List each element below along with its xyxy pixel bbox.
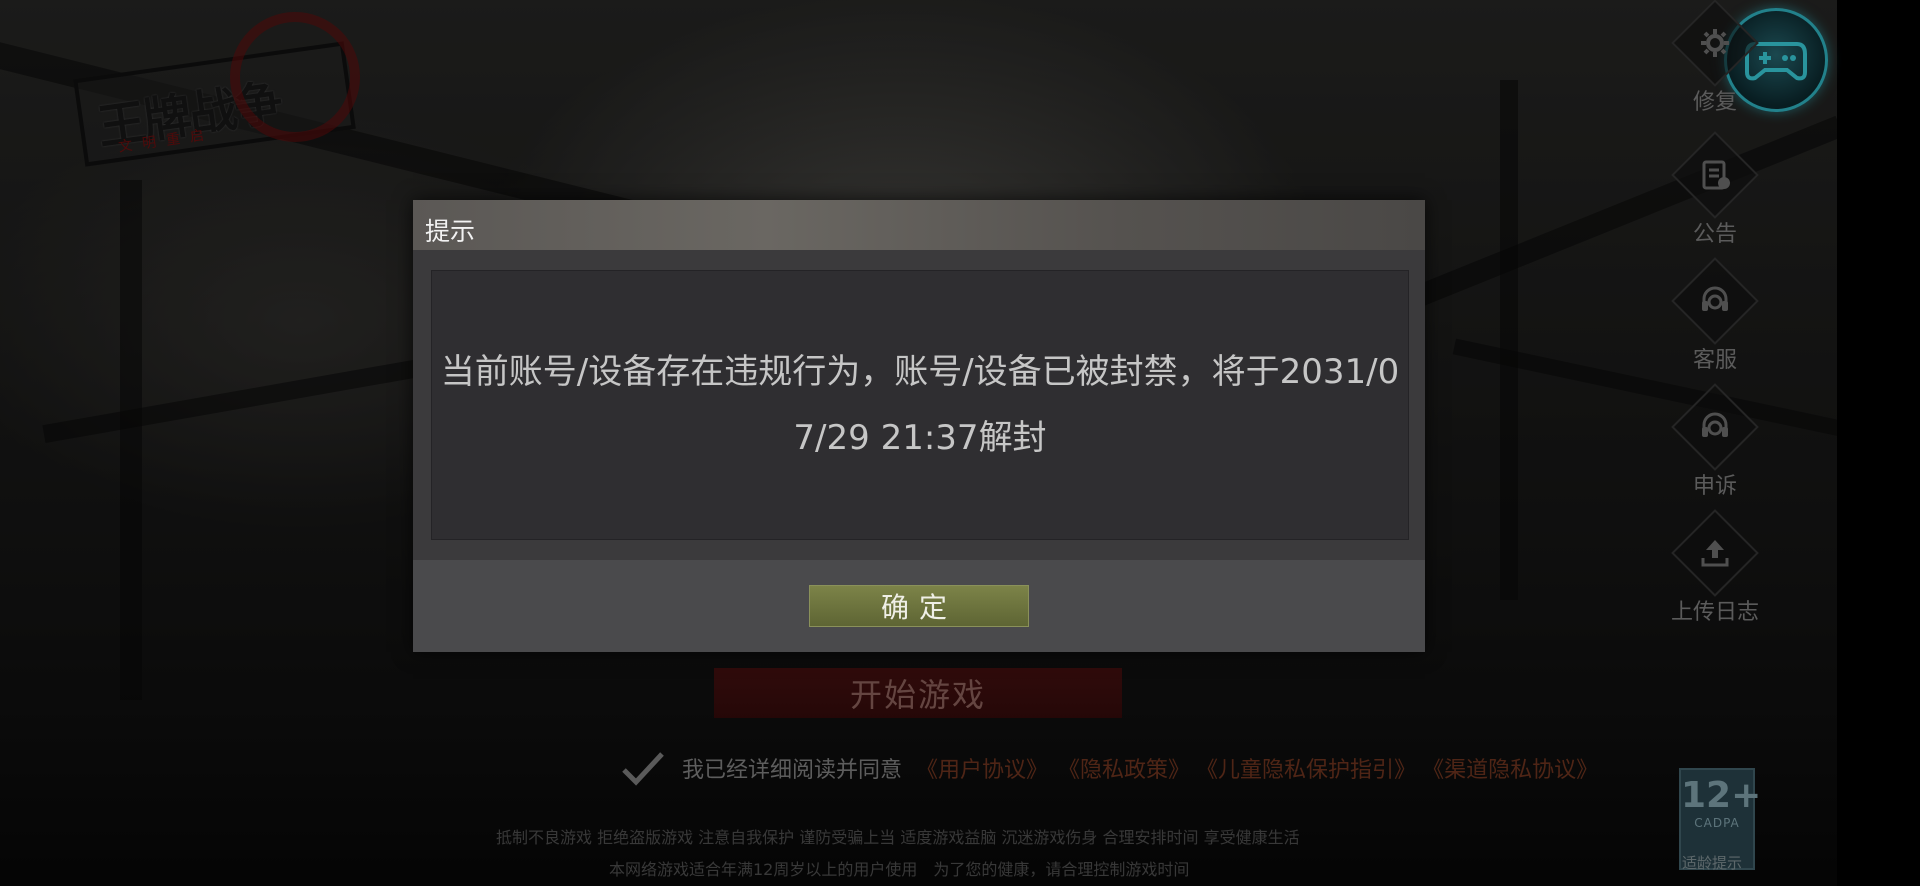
confirm-button[interactable]: 确定: [809, 585, 1029, 627]
dialog-header: 提示: [413, 200, 1425, 250]
right-edge-strip: [1837, 0, 1920, 886]
dialog-title: 提示: [425, 217, 476, 246]
dialog-body: 当前账号/设备存在违规行为，账号/设备已被封禁，将于2031/07/29 21:…: [431, 270, 1409, 540]
ban-notice-dialog: 提示 当前账号/设备存在违规行为，账号/设备已被封禁，将于2031/07/29 …: [413, 200, 1425, 652]
dialog-message: 当前账号/设备存在违规行为，账号/设备已被封禁，将于2031/07/29 21:…: [440, 352, 1400, 458]
